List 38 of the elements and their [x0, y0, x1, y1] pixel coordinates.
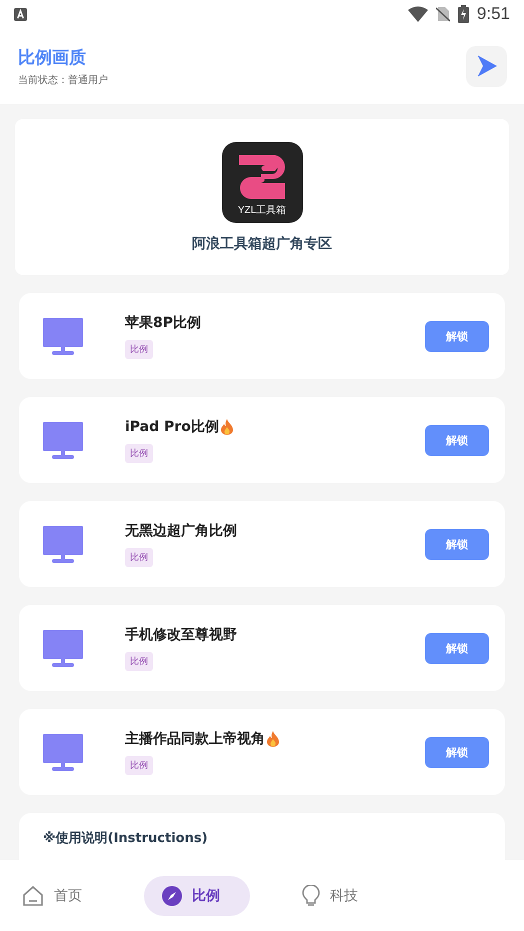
home-icon [22, 884, 44, 906]
item-title: iPad Pro比例 [125, 418, 219, 436]
nav-tab[interactable]: 科技 [284, 876, 390, 916]
monitor-icon [43, 630, 83, 666]
unlock-button[interactable]: 解锁 [425, 320, 489, 352]
hero-title: 阿浪工具箱超广角专区 [192, 234, 332, 252]
page-title: 比例画质 [18, 46, 87, 68]
tag: 比例 [125, 756, 153, 774]
tag: 比例 [125, 444, 153, 462]
monitor-icon [43, 422, 83, 458]
unlock-button[interactable]: 解锁 [425, 528, 489, 560]
monitor-icon [43, 734, 83, 770]
instructions-title: ※使用说明(Instructions) [43, 830, 208, 847]
status-text: 当前状态：普通用户 [18, 74, 108, 86]
unlock-button[interactable]: 解锁 [425, 736, 489, 768]
lightbulb-icon [302, 884, 320, 906]
play-button[interactable] [466, 46, 507, 86]
app-logo: YZL工具箱 [222, 142, 302, 222]
compass-icon [162, 886, 182, 906]
battery-icon [458, 5, 469, 23]
tag: 比例 [125, 548, 153, 566]
item-title: 苹果8P比例 [125, 314, 202, 332]
item-title: 手机修改至尊视野 [125, 626, 237, 644]
nav-tab[interactable]: 比例 [144, 876, 250, 916]
unlock-button[interactable]: 解锁 [425, 424, 489, 456]
monitor-icon [43, 318, 83, 354]
tag: 比例 [125, 340, 153, 358]
item-title: 无黑边超广角比例 [125, 522, 237, 540]
play-icon [476, 55, 496, 77]
monitor-icon [43, 526, 83, 562]
wifi-icon [408, 6, 428, 22]
tag: 比例 [125, 652, 153, 670]
nav-tab[interactable]: 首页 [18, 876, 110, 916]
notification-icon [14, 8, 27, 20]
item-title: 主播作品同款上帝视角 [125, 730, 265, 748]
no-sim-icon [436, 6, 450, 22]
unlock-button[interactable]: 解锁 [425, 632, 489, 664]
clock: 9:51 [476, 4, 510, 24]
